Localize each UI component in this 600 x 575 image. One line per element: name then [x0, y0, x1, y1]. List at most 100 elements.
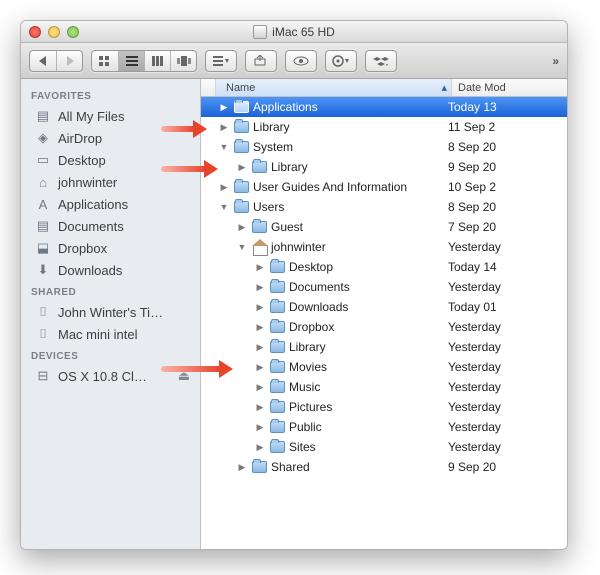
file-row[interactable]: ▶PicturesYesterday	[201, 397, 567, 417]
sidebar-item-airdrop[interactable]: ◈AirDrop	[21, 127, 200, 149]
disclosure-triangle-icon[interactable]: ▶	[255, 362, 265, 373]
file-row[interactable]: ▶Shared9 Sep 20	[201, 457, 567, 477]
forward-button[interactable]	[56, 51, 82, 71]
file-row[interactable]: ▶Guest7 Sep 20	[201, 217, 567, 237]
disclosure-triangle-icon[interactable]: ▶	[219, 102, 229, 113]
file-date: Today 14	[444, 260, 497, 274]
column-gutter	[201, 79, 216, 96]
folder-icon	[233, 179, 249, 195]
minimize-button[interactable]	[48, 26, 60, 38]
file-row[interactable]: ▶MusicYesterday	[201, 377, 567, 397]
file-row[interactable]: ▶DownloadsToday 01	[201, 297, 567, 317]
sidebar-item-desktop[interactable]: ▭ Desktop	[21, 149, 200, 171]
dropbox-button-group	[365, 50, 397, 72]
sidebar-item-documents[interactable]: ▤Documents	[21, 215, 200, 237]
sidebar-item-label: Desktop	[58, 153, 106, 168]
file-date: 8 Sep 20	[444, 140, 496, 154]
file-row[interactable]: ▶Library11 Sep 2	[201, 117, 567, 137]
file-row[interactable]: ▶SitesYesterday	[201, 437, 567, 457]
file-name: Library	[285, 340, 444, 354]
disclosure-triangle-icon[interactable]: ▶	[255, 322, 265, 333]
disclosure-triangle-icon[interactable]: ▶	[255, 342, 265, 353]
disclosure-triangle-icon[interactable]: ▼	[219, 202, 229, 212]
disclosure-triangle-icon[interactable]: ▶	[255, 262, 265, 273]
file-row[interactable]: ▼johnwinterYesterday	[201, 237, 567, 257]
file-date: Yesterday	[444, 320, 501, 334]
view-coverflow-button[interactable]	[170, 51, 196, 71]
sidebar-item-computer[interactable]: ⌷Mac mini intel	[21, 323, 200, 345]
disclosure-triangle-icon[interactable]: ▶	[255, 302, 265, 313]
sidebar-item-label: Mac mini intel	[58, 327, 137, 342]
quicklook-button[interactable]	[286, 51, 316, 71]
disclosure-triangle-icon[interactable]: ▼	[237, 242, 247, 252]
close-button[interactable]	[29, 26, 41, 38]
titlebar: iMac 65 HD	[21, 21, 567, 43]
column-name[interactable]: Name ▴	[216, 79, 452, 96]
file-name: Guest	[267, 220, 444, 234]
file-row[interactable]: ▶User Guides And Information10 Sep 2	[201, 177, 567, 197]
action-button[interactable]	[326, 51, 356, 71]
file-row[interactable]: ▼Users8 Sep 20	[201, 197, 567, 217]
disclosure-triangle-icon[interactable]: ▶	[219, 122, 229, 133]
sidebar-item-downloads[interactable]: ⬇Downloads	[21, 259, 200, 281]
file-row[interactable]: ▶ApplicationsToday 13	[201, 97, 567, 117]
folder-icon	[269, 379, 285, 395]
folder-icon	[269, 299, 285, 315]
disclosure-triangle-icon[interactable]: ▶	[255, 382, 265, 393]
column-date-label: Date Mod	[458, 82, 506, 94]
file-row[interactable]: ▼System8 Sep 20	[201, 137, 567, 157]
view-column-button[interactable]	[144, 51, 170, 71]
view-list-button[interactable]	[118, 51, 144, 71]
file-row[interactable]: ▶MoviesYesterday	[201, 357, 567, 377]
file-date: Yesterday	[444, 340, 501, 354]
sidebar-item-disk[interactable]: ⊟OS X 10.8 Cl…⏏	[21, 365, 200, 387]
disclosure-triangle-icon[interactable]: ▶	[255, 422, 265, 433]
disclosure-triangle-icon[interactable]: ▶	[255, 282, 265, 293]
column-date[interactable]: Date Mod	[452, 79, 567, 96]
folder-icon	[269, 319, 285, 335]
disclosure-triangle-icon[interactable]: ▶	[237, 462, 247, 473]
toolbar: »	[21, 43, 567, 79]
disclosure-triangle-icon[interactable]: ▶	[237, 222, 247, 233]
sidebar-item-label: Documents	[58, 219, 124, 234]
toolbar-overflow[interactable]: »	[552, 54, 559, 68]
eject-icon[interactable]: ⏏	[178, 368, 190, 384]
sidebar-item-dropbox[interactable]: ⬓Dropbox	[21, 237, 200, 259]
disclosure-triangle-icon[interactable]: ▶	[255, 402, 265, 413]
zoom-button[interactable]	[67, 26, 79, 38]
share-button[interactable]	[246, 51, 276, 71]
dropbox-icon: ⬓	[35, 240, 51, 256]
finder-window: iMac 65 HD	[20, 20, 568, 550]
view-icon-button[interactable]	[92, 51, 118, 71]
back-button[interactable]	[30, 51, 56, 71]
file-row[interactable]: ▶DocumentsYesterday	[201, 277, 567, 297]
file-row[interactable]: ▶DesktopToday 14	[201, 257, 567, 277]
sidebar-devices-header: DEVICES	[21, 345, 200, 365]
applications-icon: A	[35, 196, 51, 212]
sidebar: FAVORITES ▤All My Files◈AirDrop▭Desktop⌂…	[21, 79, 201, 549]
arrange-button[interactable]	[206, 51, 236, 71]
sidebar-item-label: John Winter's Ti…	[58, 305, 163, 320]
sidebar-item-computer[interactable]: ⌷John Winter's Ti…	[21, 301, 200, 323]
file-row[interactable]: ▶DropboxYesterday	[201, 317, 567, 337]
folder-icon	[269, 259, 285, 275]
sidebar-item-applications[interactable]: AApplications	[21, 193, 200, 215]
dropbox-button[interactable]	[366, 51, 396, 71]
sidebar-item-home[interactable]: ⌂johnwinter	[21, 171, 200, 193]
disclosure-triangle-icon[interactable]: ▶	[237, 162, 247, 173]
file-date: 8 Sep 20	[444, 200, 496, 214]
sidebar-item-all-my-files[interactable]: ▤All My Files	[21, 105, 200, 127]
file-row[interactable]: ▶PublicYesterday	[201, 417, 567, 437]
folder-icon	[269, 399, 285, 415]
file-row[interactable]: ▶ LibraryYesterday	[201, 337, 567, 357]
home-icon	[251, 239, 267, 255]
disclosure-triangle-icon[interactable]: ▶	[255, 442, 265, 453]
disclosure-triangle-icon[interactable]: ▼	[219, 142, 229, 152]
nav-buttons	[29, 50, 83, 72]
file-row[interactable]: ▶Library9 Sep 20	[201, 157, 567, 177]
arrange-button-group	[205, 50, 237, 72]
all-my-files-icon: ▤	[35, 108, 51, 124]
disclosure-triangle-icon[interactable]: ▶	[219, 182, 229, 193]
folder-icon	[233, 199, 249, 215]
desktop-icon: ▭	[35, 152, 51, 168]
